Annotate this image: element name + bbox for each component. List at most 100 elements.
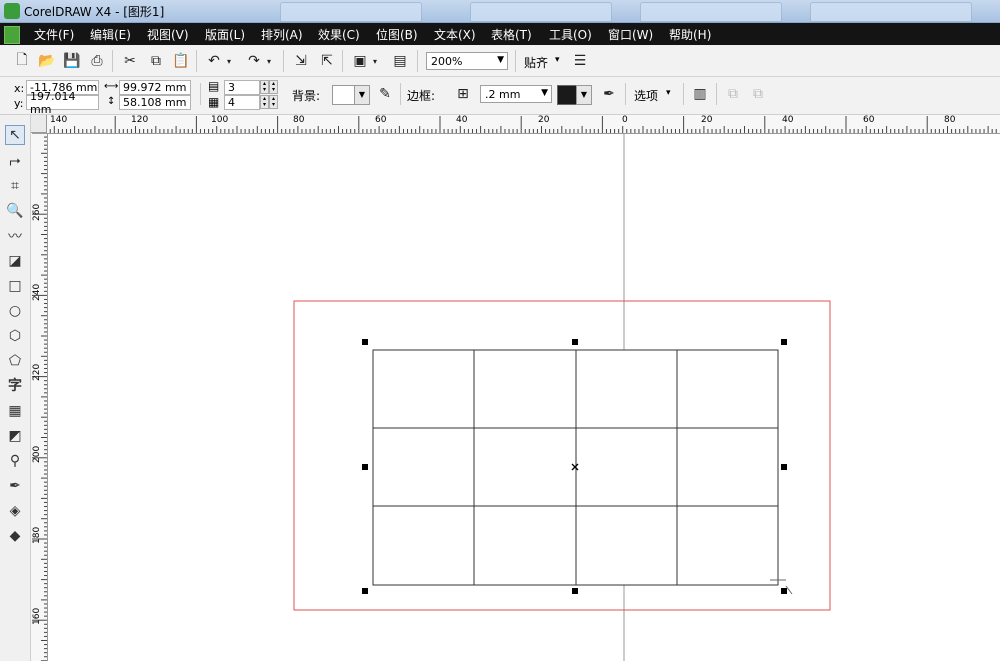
text-tool-icon[interactable]: 字 <box>5 375 25 395</box>
redo-dropdown-icon[interactable]: ▾ <box>264 51 274 71</box>
menu-file[interactable]: 文件(F) <box>34 26 74 43</box>
menu-edit[interactable]: 编辑(E) <box>90 26 131 43</box>
new-icon[interactable]: 🗋 <box>12 51 32 71</box>
pick-tool-icon[interactable]: ↖ <box>5 125 25 145</box>
to-back-icon[interactable]: ⧉ <box>748 84 768 104</box>
save-icon[interactable]: 💾 <box>62 51 82 71</box>
to-front-icon[interactable]: ⧉ <box>723 84 743 104</box>
background-window-tab[interactable] <box>640 2 782 22</box>
ruler-label: 100 <box>211 115 229 125</box>
rows-spinner[interactable]: ▴ ▾ <box>269 80 278 94</box>
ruler-label: 120 <box>131 115 149 125</box>
menu-layout[interactable]: 版面(L) <box>205 26 245 43</box>
resize-handle[interactable] <box>572 339 578 345</box>
ruler-label: 20 <box>538 115 550 125</box>
resize-handle[interactable] <box>781 464 787 470</box>
ruler-label: 240 <box>32 283 42 301</box>
width-icon: ⟷ <box>104 81 119 92</box>
zoom-select[interactable]: 200% ▼ <box>426 52 508 70</box>
background-color-swatch[interactable] <box>332 85 356 105</box>
resize-handle[interactable] <box>362 588 368 594</box>
eyedropper-tool-icon[interactable]: ⚲ <box>5 451 25 471</box>
outline-tool-icon[interactable]: ✒ <box>5 476 25 496</box>
ruler-label: 260 <box>32 203 42 221</box>
interactive-blend-icon[interactable]: ◩ <box>5 426 25 446</box>
launcher-dropdown-icon[interactable]: ▾ <box>370 51 380 71</box>
ruler-label: 200 <box>32 445 42 463</box>
rows-spinner[interactable]: ▴ ▾ <box>260 80 269 94</box>
pen-icon[interactable]: ✒ <box>599 84 619 104</box>
x-label: x: <box>14 82 25 95</box>
chevron-down-icon[interactable]: ▼ <box>354 85 370 105</box>
ruler-label: 220 <box>32 363 42 381</box>
open-icon[interactable]: 📂 <box>37 51 57 71</box>
ellipse-tool-icon[interactable]: ○ <box>5 301 25 321</box>
cut-icon[interactable]: ✂ <box>120 51 140 71</box>
chevron-down-icon: ▼ <box>541 88 548 98</box>
border-width-select[interactable]: .2 mm ▼ <box>480 85 552 103</box>
edit-fill-icon[interactable]: ✎ <box>375 84 395 104</box>
vertical-ruler[interactable]: 260 240 220 200 180 160 <box>31 133 48 661</box>
fill-tool-icon[interactable]: ◈ <box>5 501 25 521</box>
undo-dropdown-icon[interactable]: ▾ <box>224 51 234 71</box>
freehand-tool-icon[interactable]: 〰 <box>5 226 25 246</box>
crop-tool-icon[interactable]: ⌗ <box>5 176 25 196</box>
background-window-tab[interactable] <box>470 2 612 22</box>
paste-icon[interactable]: 📋 <box>171 51 191 71</box>
document-icon[interactable] <box>4 26 20 44</box>
polygon-tool-icon[interactable]: ⬡ <box>5 326 25 346</box>
zoom-tool-icon[interactable]: 🔍 <box>5 201 25 221</box>
menu-help[interactable]: 帮助(H) <box>669 26 711 43</box>
resize-handle[interactable] <box>781 339 787 345</box>
print-icon[interactable]: ⎙ <box>87 51 107 71</box>
redo-icon[interactable]: ↷ <box>244 51 264 71</box>
options-icon[interactable]: ☰ <box>570 51 590 71</box>
smart-fill-icon[interactable]: ◪ <box>5 251 25 271</box>
resize-handle[interactable] <box>362 339 368 345</box>
menu-text[interactable]: 文本(X) <box>434 26 476 43</box>
export-icon[interactable]: ⇱ <box>317 51 337 71</box>
menu-table[interactable]: 表格(T) <box>491 26 532 43</box>
drawing-canvas[interactable] <box>48 134 1000 661</box>
undo-icon[interactable]: ↶ <box>204 51 224 71</box>
basic-shapes-icon[interactable]: ⬠ <box>5 351 25 371</box>
menu-tools[interactable]: 工具(O) <box>549 26 592 43</box>
interactive-fill-icon[interactable]: ◆ <box>5 526 25 546</box>
menu-view[interactable]: 视图(V) <box>147 26 189 43</box>
import-icon[interactable]: ⇲ <box>291 51 311 71</box>
options-dropdown-icon[interactable]: ▾ <box>666 88 671 98</box>
chevron-down-icon[interactable]: ▼ <box>576 85 592 105</box>
background-window-tab[interactable] <box>810 2 972 22</box>
menu-bitmaps[interactable]: 位图(B) <box>376 26 418 43</box>
ruler-origin-corner[interactable] <box>31 115 47 133</box>
resize-handle[interactable] <box>572 588 578 594</box>
border-select-icon[interactable]: ⊞ <box>453 84 473 104</box>
table-tool-icon[interactable]: ▦ <box>5 401 25 421</box>
horizontal-ruler[interactable]: 140 120 100 80 60 40 20 0 20 40 60 80 <box>31 115 1000 134</box>
snap-to-button[interactable]: 贴齐 <box>524 54 548 71</box>
options-button[interactable]: 选项 <box>634 87 658 104</box>
resize-handle[interactable] <box>362 464 368 470</box>
ruler-label: 80 <box>944 115 956 125</box>
rectangle-tool-icon[interactable]: □ <box>5 276 25 296</box>
snap-dropdown-icon[interactable]: ▾ <box>555 55 560 65</box>
border-color-swatch[interactable] <box>557 85 577 105</box>
background-window-tab[interactable] <box>280 2 422 22</box>
columns-field[interactable]: 4 <box>224 95 260 110</box>
menu-window[interactable]: 窗口(W) <box>608 26 653 43</box>
ruler-label: 160 <box>32 607 42 625</box>
wrap-paragraph-icon[interactable]: ▥ <box>690 84 710 104</box>
copy-icon[interactable]: ⧉ <box>146 51 166 71</box>
menu-arrange[interactable]: 排列(A) <box>261 26 303 43</box>
height-field[interactable]: 58.108 mm <box>119 95 191 110</box>
columns-spinner[interactable]: ▴ ▾ <box>260 95 269 109</box>
shape-tool-icon[interactable]: ⮣ <box>5 151 25 171</box>
y-position-field[interactable]: 197.014 mm <box>26 90 99 116</box>
resize-handle[interactable] <box>781 588 787 594</box>
columns-spinner[interactable]: ▴ ▾ <box>269 95 278 109</box>
welcome-icon[interactable]: ▤ <box>390 51 410 71</box>
width-field[interactable]: 99.972 mm <box>119 80 191 95</box>
menu-effects[interactable]: 效果(C) <box>318 26 360 43</box>
rows-field[interactable]: 3 <box>224 80 260 95</box>
launcher-icon[interactable]: ▣ <box>350 51 370 71</box>
